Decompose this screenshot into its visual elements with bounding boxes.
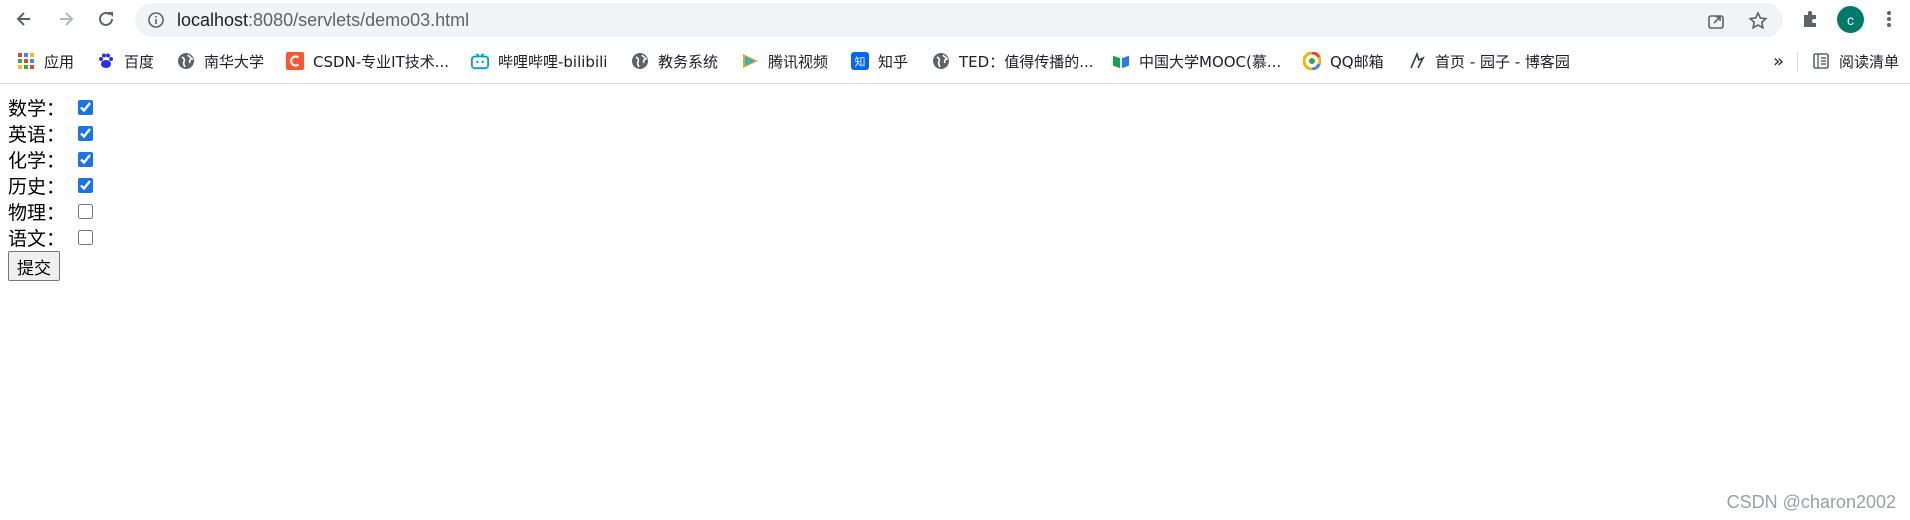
- arrow-right-icon: [60, 12, 74, 26]
- bookmark-label: CSDN-专业IT技术...: [313, 52, 450, 71]
- bookmark-label: 腾讯视频: [768, 52, 829, 71]
- reload-button[interactable]: [92, 5, 120, 33]
- menu-button[interactable]: [1876, 6, 1902, 32]
- bookmarks-separator: [1797, 52, 1798, 72]
- qq-mail-icon: [1303, 52, 1321, 70]
- chinese-checkbox[interactable]: [78, 229, 93, 245]
- more-bookmarks-button[interactable]: »: [1773, 44, 1784, 78]
- tencent-video-icon: [741, 52, 759, 70]
- bookmark-label: 中国大学MOOC(慕...: [1139, 52, 1282, 71]
- bookmarks-bar: 应用 百度 南华大学 CSDN-专业IT技术... 哔哩哔哩-bilibili …: [0, 44, 1910, 78]
- browser-toolbar: localhost:8080/servlets/demo03.html c: [0, 0, 1910, 38]
- bilibili-tv-icon: [471, 52, 489, 70]
- subject-row-history: 历史：: [8, 172, 93, 198]
- arrow-left-icon: [16, 12, 30, 26]
- bookmark-ted[interactable]: TED：值得传播的...: [932, 44, 1094, 78]
- subject-row-chemistry: 化学：: [8, 146, 93, 172]
- url-path: :8080/servlets/demo03.html: [248, 10, 470, 30]
- bookmark-qq-mail[interactable]: QQ邮箱: [1303, 44, 1384, 78]
- english-checkbox[interactable]: [78, 125, 93, 141]
- bookmark-nanhua[interactable]: 南华大学: [177, 44, 264, 78]
- bookmark-tencent-video[interactable]: 腾讯视频: [741, 44, 828, 78]
- address-bar[interactable]: localhost:8080/servlets/demo03.html: [135, 3, 1783, 37]
- bookmark-label: TED：值得传播的...: [959, 52, 1094, 71]
- bookmark-label: 教务系统: [658, 52, 719, 71]
- subject-label: 化学：: [8, 149, 66, 172]
- baidu-paw-icon: [97, 52, 115, 70]
- reading-list-label: 阅读清单: [1839, 52, 1900, 71]
- physics-checkbox[interactable]: [78, 203, 93, 219]
- bookmark-label: 百度: [124, 52, 155, 71]
- bookmark-jiaowu[interactable]: 教务系统: [631, 44, 718, 78]
- cnblogs-icon: [1408, 52, 1426, 70]
- subject-label: 英语：: [8, 123, 66, 146]
- subject-label: 数学：: [8, 97, 66, 120]
- csdn-icon: [286, 52, 304, 70]
- site-info-icon[interactable]: [147, 11, 165, 29]
- puzzle-icon: [1804, 11, 1816, 27]
- apps-grid-icon: [17, 52, 35, 70]
- back-button[interactable]: [10, 5, 38, 33]
- globe-icon: [631, 52, 649, 70]
- bookmark-zhihu[interactable]: 知 知乎: [851, 44, 908, 78]
- reading-list-icon: [1812, 52, 1830, 70]
- submit-button[interactable]: 提交: [8, 251, 60, 281]
- kebab-menu-icon: [1887, 11, 1891, 27]
- forward-button[interactable]: [52, 5, 80, 33]
- bookmark-bilibili[interactable]: 哔哩哔哩-bilibili: [471, 44, 607, 78]
- subject-row-english: 英语：: [8, 120, 93, 146]
- extensions-button[interactable]: [1797, 6, 1823, 32]
- bookmark-label: QQ邮箱: [1330, 52, 1384, 71]
- bookmark-label: 哔哩哔哩-bilibili: [498, 52, 608, 71]
- chemistry-checkbox[interactable]: [78, 151, 93, 167]
- bookmark-csdn[interactable]: CSDN-专业IT技术...: [286, 44, 449, 78]
- profile-avatar[interactable]: c: [1837, 6, 1864, 33]
- math-checkbox[interactable]: [78, 99, 93, 115]
- bookmark-label: 应用: [44, 52, 75, 71]
- url-host: localhost: [177, 10, 249, 30]
- mooc-icon: [1112, 52, 1130, 70]
- bookmark-label: 首页 - 园子 - 博客园: [1435, 52, 1570, 71]
- globe-icon: [177, 52, 195, 70]
- subject-form: 数学： 英语： 化学： 历史： 物理： 语文： 提交: [8, 94, 93, 281]
- toolbar-divider: [0, 83, 1910, 84]
- subject-row-physics: 物理：: [8, 198, 93, 224]
- subject-row-math: 数学：: [8, 94, 93, 120]
- subject-row-chinese: 语文：: [8, 224, 93, 250]
- bookmark-cnblogs[interactable]: 首页 - 园子 - 博客园: [1408, 44, 1570, 78]
- bookmark-mooc[interactable]: 中国大学MOOC(慕...: [1112, 44, 1281, 78]
- watermark: CSDN @charon2002: [1726, 492, 1896, 512]
- zhihu-icon: 知: [851, 52, 869, 70]
- history-checkbox[interactable]: [78, 177, 93, 193]
- reading-list-button[interactable]: 阅读清单: [1812, 44, 1899, 78]
- star-icon[interactable]: [1747, 10, 1769, 32]
- share-icon[interactable]: [1705, 10, 1727, 32]
- bookmark-apps[interactable]: 应用: [17, 44, 74, 78]
- subject-label: 历史：: [8, 175, 66, 198]
- globe-icon: [932, 52, 950, 70]
- subject-label: 语文：: [8, 227, 66, 250]
- subject-label: 物理：: [8, 201, 66, 224]
- bookmark-label: 知乎: [878, 52, 909, 71]
- bookmark-label: 南华大学: [204, 52, 265, 71]
- bookmark-baidu[interactable]: 百度: [97, 44, 154, 78]
- url-text[interactable]: localhost:8080/servlets/demo03.html: [177, 10, 469, 31]
- svg-text:知: 知: [855, 55, 866, 69]
- reload-icon: [99, 11, 113, 26]
